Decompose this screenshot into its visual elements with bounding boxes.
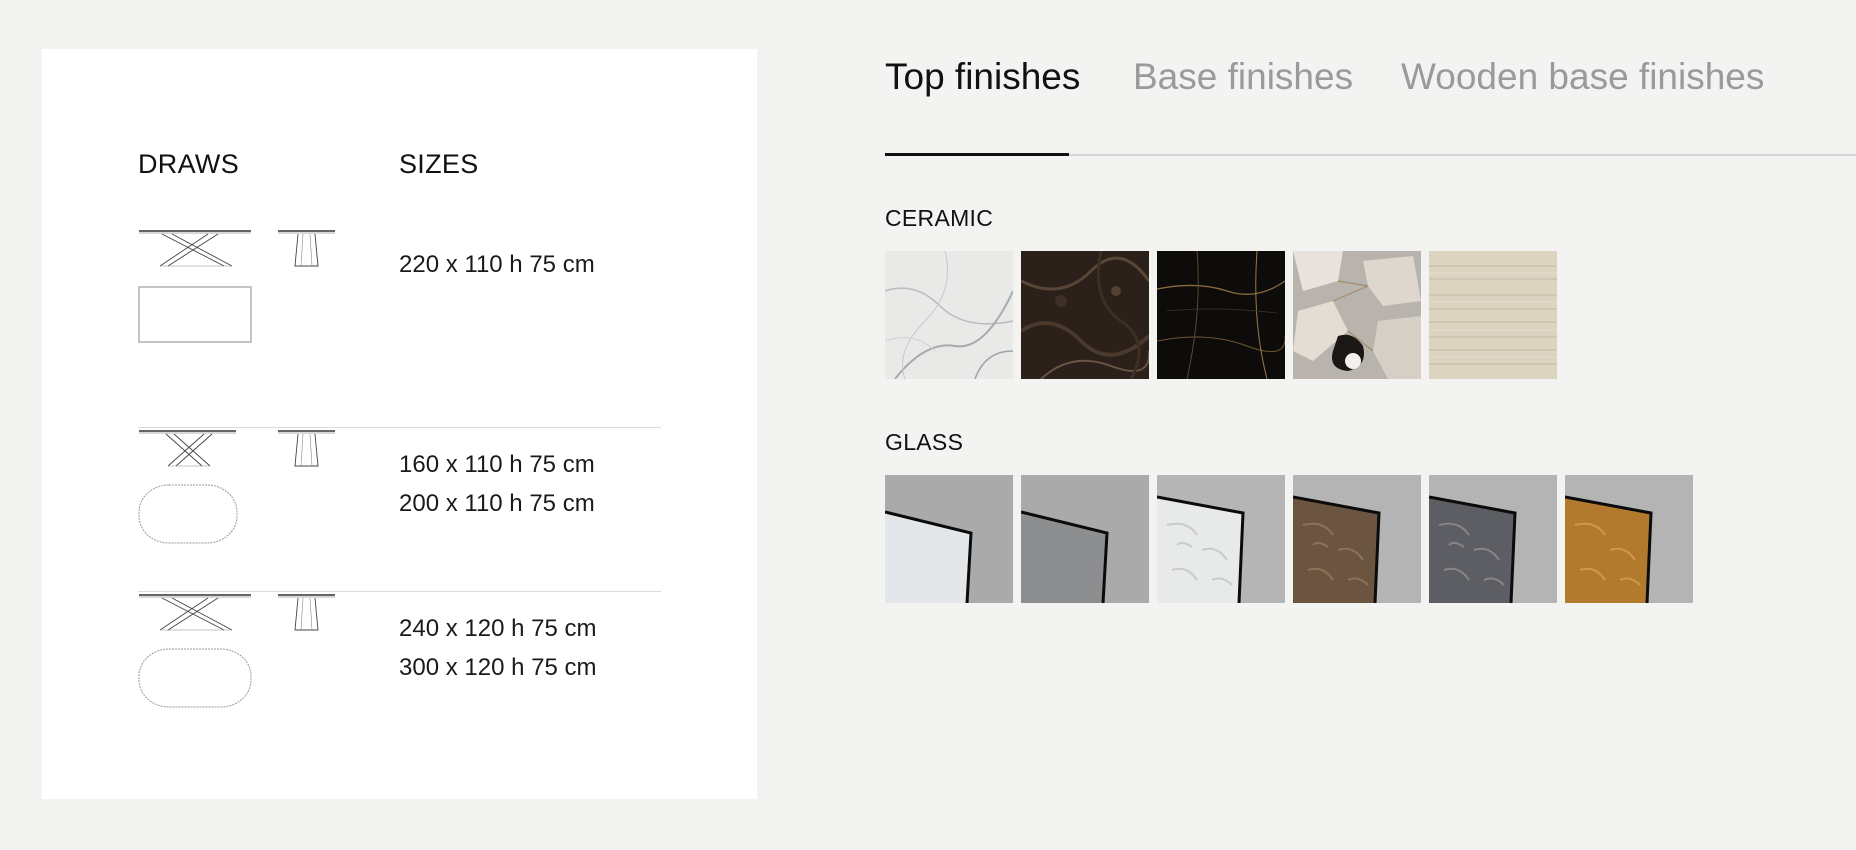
swatch-grey-glass[interactable] <box>1021 475 1149 603</box>
size-value: 240 x 120 h 75 cm <box>399 615 597 642</box>
size-value: 200 x 110 h 75 cm <box>399 490 595 517</box>
sizes-list: 240 x 120 h 75 cm 300 x 120 h 75 cm <box>399 609 596 687</box>
size-value: 160 x 110 h 75 cm <box>399 451 595 478</box>
table-side-view-drawing <box>139 430 236 467</box>
size-value: 220 x 110 h 75 cm <box>399 251 595 278</box>
glass-swatches <box>885 475 1693 603</box>
draws-sizes-card: DRAWS SIZES 220 x 110 h 75 cm 160 x 110 … <box>42 49 757 799</box>
table-top-view-oval-drawing <box>138 648 252 708</box>
glass-heading: GLASS <box>885 429 964 455</box>
page: DRAWS SIZES 220 x 110 h 75 cm 160 x 110 … <box>0 0 1856 850</box>
tab-wooden-base-finishes[interactable]: Wooden base finishes <box>1401 52 1764 102</box>
swatch-grey-patagonia[interactable] <box>1293 251 1421 379</box>
size-value: 300 x 120 h 75 cm <box>399 654 597 681</box>
table-top-view-rectangle-drawing <box>138 286 252 343</box>
size-row: 160 x 110 h 75 cm 200 x 110 h 75 cm <box>138 429 661 592</box>
table-side-view-drawing <box>139 594 251 631</box>
swatch-textured-smoke-glass[interactable] <box>1429 475 1557 603</box>
draws-heading: DRAWS <box>138 149 239 179</box>
sizes-heading: SIZES <box>399 149 479 179</box>
sizes-list: 220 x 110 h 75 cm <box>399 245 595 284</box>
swatch-dark-brown-marble[interactable] <box>1021 251 1149 379</box>
ceramic-swatches <box>885 251 1557 379</box>
table-front-view-drawing <box>278 230 335 267</box>
tab-base-finishes[interactable]: Base finishes <box>1133 52 1353 102</box>
table-top-view-oval-drawing <box>138 484 238 544</box>
active-tab-indicator <box>885 153 1069 156</box>
swatch-black-gold-veined[interactable] <box>1157 251 1285 379</box>
size-row: 240 x 120 h 75 cm 300 x 120 h 75 cm <box>138 593 661 755</box>
swatch-clear-glass[interactable] <box>885 475 1013 603</box>
size-row: 220 x 110 h 75 cm <box>138 229 661 428</box>
table-front-view-drawing <box>278 430 335 467</box>
swatch-white-marble[interactable] <box>885 251 1013 379</box>
swatch-textured-bronze-glass[interactable] <box>1293 475 1421 603</box>
ceramic-heading: CERAMIC <box>885 205 994 231</box>
swatch-beige-travertine[interactable] <box>1429 251 1557 379</box>
table-side-view-drawing <box>139 230 251 267</box>
swatch-textured-white-glass[interactable] <box>1157 475 1285 603</box>
tab-top-finishes[interactable]: Top finishes <box>885 52 1080 102</box>
finishes-tabs: Top finishes Base finishes Wooden base f… <box>885 52 1856 156</box>
sizes-list: 160 x 110 h 75 cm 200 x 110 h 75 cm <box>399 445 595 523</box>
swatch-amber-glass[interactable] <box>1565 475 1693 603</box>
table-front-view-drawing <box>278 594 335 631</box>
